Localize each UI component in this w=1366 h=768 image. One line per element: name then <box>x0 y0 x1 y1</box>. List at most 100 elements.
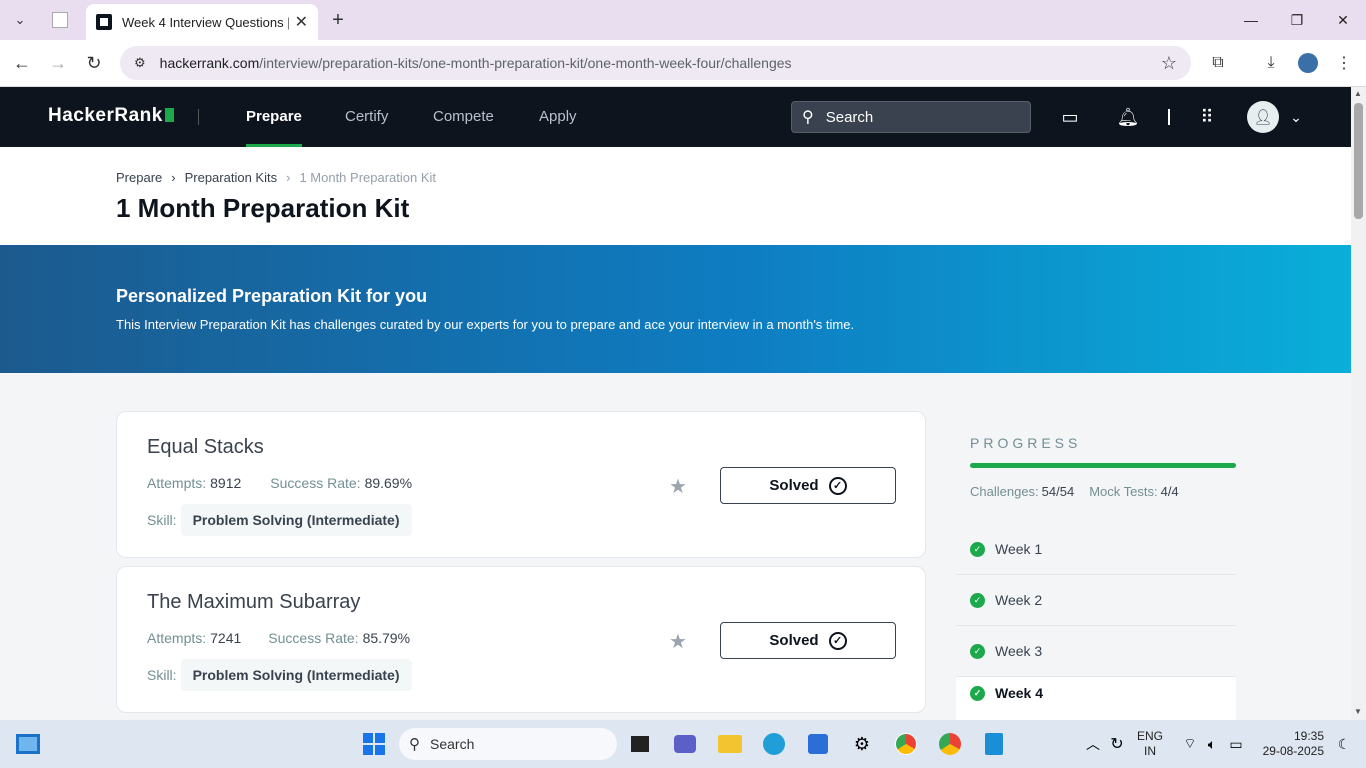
success-rate-label: Success Rate: <box>268 630 359 646</box>
week-item-1[interactable]: ✓ Week 1 <box>956 524 1236 575</box>
edge-browser-icon[interactable] <box>760 730 788 758</box>
nav-apply[interactable]: Apply <box>539 87 577 147</box>
site-info-icon[interactable]: ⚙ <box>134 55 146 71</box>
notepad-icon[interactable] <box>980 730 1008 758</box>
banner-description: This Interview Preparation Kit has chall… <box>116 317 855 332</box>
settings-gear-icon[interactable]: ⚙ <box>848 730 876 758</box>
nav-divider <box>198 109 199 125</box>
challenge-name[interactable]: The Maximum Subarray <box>147 591 360 614</box>
close-tab-icon[interactable]: ✕ <box>295 12 308 32</box>
tab-title: Week 4 Interview Questions | HackerRank <box>122 14 289 30</box>
battery-icon[interactable]: ▭ <box>1222 730 1250 758</box>
challenges-count: 54/54 <box>1041 484 1075 499</box>
skill-label: Skill: <box>147 512 177 528</box>
minimize-icon[interactable]: — <box>1228 0 1274 40</box>
progress-bar-fill <box>970 463 1236 468</box>
windows-start-icon[interactable] <box>360 730 388 758</box>
solved-label: Solved <box>769 477 819 494</box>
language-indicator[interactable]: ENG IN <box>1137 729 1163 759</box>
week-label: Week 4 <box>995 685 1043 701</box>
video-call-icon[interactable] <box>671 730 699 758</box>
window-controls: — ❐ ✕ <box>1228 0 1366 40</box>
challenges-label: Challenges: <box>970 484 1039 499</box>
search-icon: ⚲ <box>802 109 814 126</box>
widgets-icon[interactable] <box>14 730 42 758</box>
success-rate-label: Success Rate: <box>270 475 361 491</box>
address-bar[interactable]: ⚙ hackerrank.com/interview/preparation-k… <box>120 46 1191 80</box>
check-circle-icon: ✓ <box>828 476 847 495</box>
attempts-value: 7241 <box>210 630 242 646</box>
language-code: ENG <box>1137 729 1164 743</box>
check-circle-icon: ✓ <box>970 592 985 608</box>
apps-grid-icon[interactable]: ⠿ <box>1195 105 1219 129</box>
inactive-tab-favicon-icon[interactable] <box>48 8 72 32</box>
back-arrow-icon[interactable]: ← <box>10 51 34 75</box>
close-window-icon[interactable]: ✕ <box>1320 0 1366 40</box>
check-circle-icon: ✓ <box>970 686 985 701</box>
skill-row: Skill: Problem Solving (Intermediate) <box>147 504 412 536</box>
download-icon[interactable]: ⤓ <box>1260 52 1282 74</box>
challenge-card[interactable]: The Maximum Subarray Attempts: 7241 Succe… <box>116 566 926 713</box>
attempts-value: 8912 <box>210 475 242 491</box>
nav-divider-right <box>1168 109 1170 125</box>
profile-avatar-icon[interactable] <box>1297 52 1319 74</box>
mock-tests-label: Mock Tests: <box>1089 484 1158 499</box>
week-item-4[interactable]: ✓ Week 4 <box>956 677 1236 720</box>
active-browser-tab[interactable]: Week 4 Interview Questions | HackerRank … <box>86 4 318 40</box>
profile-chevron-down-icon[interactable]: ⌄ <box>1284 105 1308 129</box>
notifications-bell-icon[interactable]: 🔔︎ <box>1116 105 1140 129</box>
breadcrumb-prepare[interactable]: Prepare <box>116 170 162 185</box>
scroll-up-arrow-icon[interactable]: ▲ <box>1354 89 1362 98</box>
forward-arrow-icon[interactable]: → <box>46 51 70 75</box>
search-input[interactable]: ⚲ Search <box>791 101 1031 133</box>
week-item-2[interactable]: ✓ Week 2 <box>956 575 1236 626</box>
mock-tests-count: 4/4 <box>1160 484 1179 499</box>
page-scrollbar[interactable]: ▲ ▼ <box>1351 87 1366 720</box>
tab-list-chevron-icon[interactable]: ⌄ <box>8 8 32 32</box>
challenge-name[interactable]: Equal Stacks <box>147 436 264 459</box>
scrollbar-thumb[interactable] <box>1354 103 1363 219</box>
chrome-profile-icon[interactable] <box>936 730 964 758</box>
week-label: Week 1 <box>995 541 1043 557</box>
taskbar-search[interactable]: ⚲ Search <box>399 728 617 760</box>
check-circle-icon: ✓ <box>970 541 985 557</box>
task-view-icon[interactable] <box>626 730 654 758</box>
user-avatar[interactable]: 👤︎ <box>1247 101 1279 133</box>
store-icon[interactable] <box>804 730 832 758</box>
system-clock[interactable]: 19:35 29-08-2025 <box>1258 729 1324 759</box>
solved-button[interactable]: Solved ✓ <box>720 467 896 504</box>
messages-icon[interactable]: ▭ <box>1058 105 1082 129</box>
bookmark-star-icon[interactable]: ☆ <box>1161 53 1177 74</box>
attempts-label: Attempts: <box>147 630 207 646</box>
breadcrumb-preparation-kits[interactable]: Preparation Kits <box>185 170 278 185</box>
solved-button[interactable]: Solved ✓ <box>720 622 896 659</box>
maximize-icon[interactable]: ❐ <box>1274 0 1320 40</box>
nav-prepare[interactable]: Prepare <box>246 87 302 147</box>
extensions-puzzle-icon[interactable]: ⧉ <box>1207 52 1229 74</box>
region-code: IN <box>1144 744 1156 758</box>
nav-compete[interactable]: Compete <box>433 87 494 147</box>
search-icon: ⚲ <box>409 736 420 753</box>
success-rate-value: 89.69% <box>364 475 413 491</box>
focus-moon-icon[interactable]: ☾ <box>1330 730 1358 758</box>
bookmark-star-icon[interactable]: ★ <box>669 474 687 499</box>
file-explorer-icon[interactable] <box>716 730 744 758</box>
check-circle-icon: ✓ <box>970 643 985 659</box>
nav-certify[interactable]: Certify <box>345 87 388 147</box>
new-tab-plus-icon[interactable]: + <box>326 8 350 32</box>
scroll-down-arrow-icon[interactable]: ▼ <box>1354 707 1362 716</box>
progress-bar <box>970 463 1236 468</box>
hackerrank-logo[interactable]: HackerRank <box>48 105 174 127</box>
user-icon: 👤︎ <box>1253 109 1273 126</box>
week-item-3[interactable]: ✓ Week 3 <box>956 626 1236 677</box>
banner-title: Personalized Preparation Kit for you <box>116 286 428 306</box>
attempts-label: Attempts: <box>147 475 207 491</box>
bookmark-star-icon[interactable]: ★ <box>669 629 687 654</box>
skill-chip: Problem Solving (Intermediate) <box>180 659 412 691</box>
chrome-icon[interactable] <box>892 730 920 758</box>
challenge-card[interactable]: Equal Stacks Attempts: 8912 Success Rate:… <box>116 411 926 558</box>
sync-icon[interactable]: ↻ <box>1103 730 1131 758</box>
hackerrank-navbar: HackerRank Prepare Certify Compete Apply… <box>0 87 1351 147</box>
browser-menu-icon[interactable]: ⋮ <box>1333 52 1355 74</box>
reload-icon[interactable]: ↻ <box>82 51 106 75</box>
